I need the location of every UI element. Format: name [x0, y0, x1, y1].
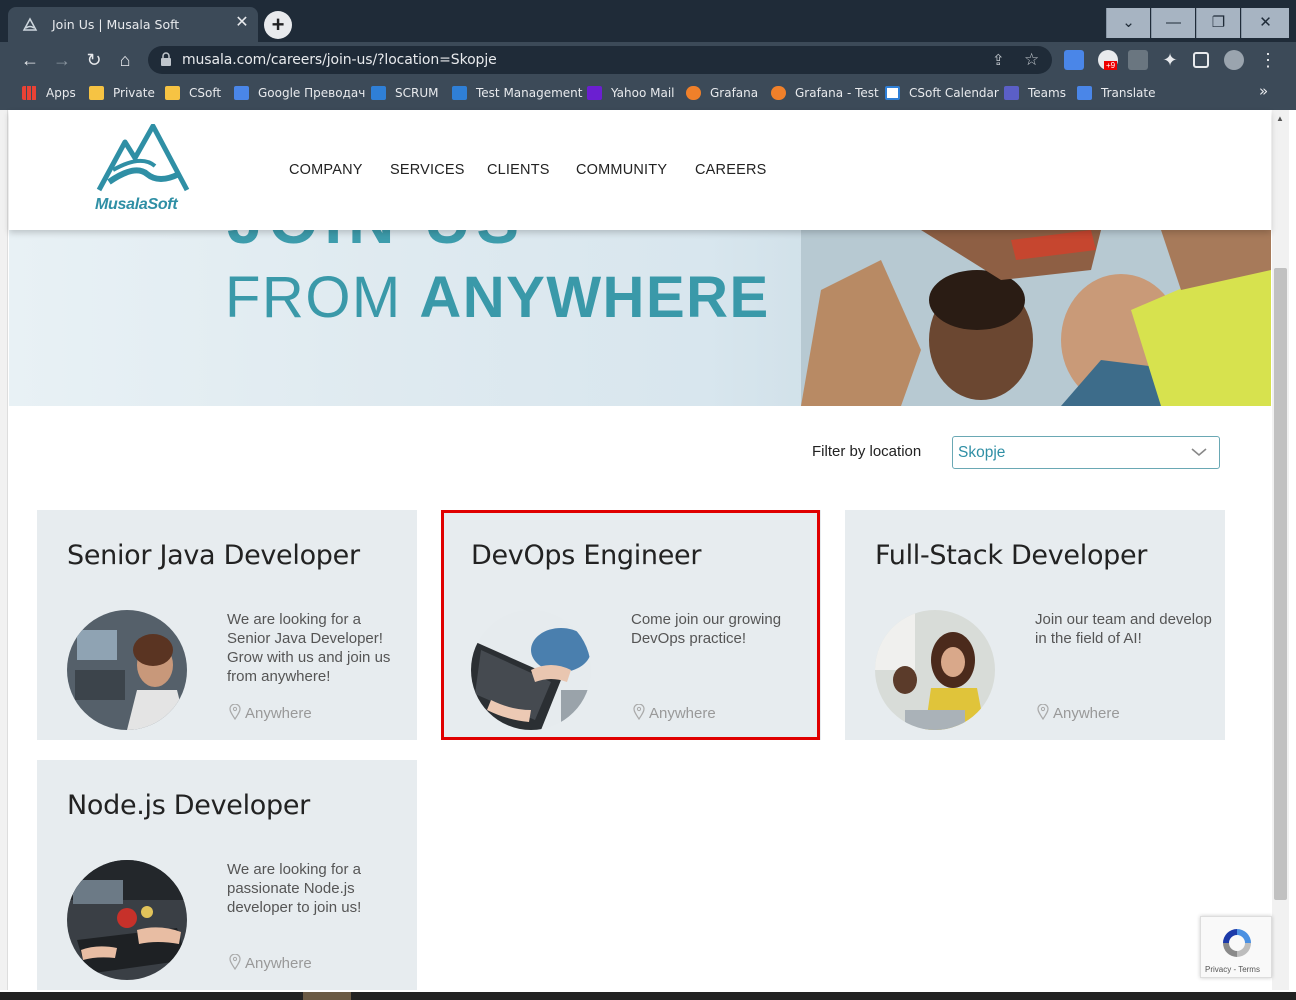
job-description: We are looking for a passionate Node.js … — [227, 861, 362, 916]
google-translate-icon — [1077, 86, 1092, 100]
job-card-full-stack[interactable]: Full-Stack Developer Join our team and d… — [845, 510, 1225, 740]
location-pin-icon — [1037, 704, 1049, 720]
musala-favicon-icon — [22, 17, 38, 31]
forward-icon[interactable]: → — [52, 50, 72, 70]
nav-company[interactable]: COMPANY — [289, 162, 363, 178]
new-tab-button[interactable]: + — [264, 11, 292, 39]
job-location: Anywhere — [1037, 704, 1120, 722]
taskbar-strip — [0, 992, 1296, 1000]
hero-banner: JOIN US FROM ANYWHERE — [9, 230, 1271, 406]
folder-icon — [165, 86, 180, 100]
location-select[interactable]: Skopje — [952, 436, 1220, 469]
grafana-icon — [686, 86, 701, 100]
nav-careers[interactable]: CAREERS — [695, 162, 767, 178]
teams-icon — [1004, 86, 1019, 100]
bookmark-star-icon[interactable]: ☆ — [1024, 50, 1039, 70]
minimize-button[interactable]: — — [1151, 8, 1195, 38]
scroll-up-arrow-icon[interactable]: ▲ — [1276, 114, 1284, 123]
selenium-extension-icon[interactable] — [1128, 50, 1148, 70]
home-icon[interactable]: ⌂ — [115, 50, 135, 70]
cloud-extension-icon[interactable]: +9 — [1098, 50, 1118, 70]
job-title: Node.js Developer — [67, 790, 310, 821]
address-bar[interactable]: musala.com/careers/join-us/?location=Sko… — [148, 46, 1052, 74]
azure-devops-icon — [371, 86, 386, 100]
restore-button[interactable]: ❐ — [1196, 8, 1240, 38]
nav-services[interactable]: SERVICES — [390, 162, 465, 178]
profile-avatar[interactable] — [1224, 50, 1244, 70]
site-header: MusalaSoft COMPANY SERVICES CLIENTS COMM… — [9, 110, 1271, 230]
recaptcha-privacy-terms[interactable]: Privacy - Terms — [1205, 965, 1260, 974]
hero-heading: FROM ANYWHERE — [225, 265, 770, 330]
right-window-edge — [1289, 110, 1296, 1000]
filter-location-label: Filter by location — [812, 443, 922, 460]
recaptcha-icon — [1223, 929, 1251, 957]
taskbar-item[interactable] — [303, 992, 351, 1000]
job-location: Anywhere — [229, 704, 312, 722]
job-card-senior-java[interactable]: Senior Java Developer We are looking for… — [37, 510, 417, 740]
apps-grid-icon — [22, 86, 37, 100]
location-pin-icon — [229, 954, 241, 970]
extensions-puzzle-icon[interactable]: ✦ — [1160, 50, 1180, 70]
grafana-icon — [771, 86, 786, 100]
close-window-button[interactable]: ✕ — [1241, 8, 1289, 38]
tab-title: Join Us | Musala Soft — [52, 17, 180, 32]
job-description: Join our team and develop in the field o… — [1035, 611, 1212, 647]
job-location: Anywhere — [229, 954, 312, 972]
back-icon[interactable]: ← — [20, 50, 40, 70]
mail-icon — [587, 86, 602, 100]
hero-heading-top: JOIN US — [227, 230, 525, 258]
browser-titlebar: Join Us | Musala Soft ✕ + ⌄ — ❐ ✕ — [0, 0, 1296, 42]
job-photo — [875, 610, 995, 730]
mountain-logo-icon — [96, 124, 190, 192]
nav-community[interactable]: COMMUNITY — [576, 162, 667, 178]
more-bookmarks-icon[interactable]: » — [1259, 82, 1268, 100]
side-panel-icon[interactable] — [1193, 52, 1209, 68]
extension-badge: +9 — [1104, 61, 1118, 70]
lock-icon — [161, 52, 171, 66]
share-icon[interactable]: ⇪ — [992, 51, 1005, 69]
google-translate-icon — [234, 86, 249, 100]
tab-search-button[interactable]: ⌄ — [1106, 8, 1150, 38]
job-photo — [67, 860, 187, 980]
menu-kebab-icon[interactable]: ⋮ — [1258, 50, 1278, 70]
location-pin-icon — [229, 704, 241, 720]
highlight-box — [441, 510, 820, 740]
hero-people-image — [801, 230, 1271, 406]
job-photo — [67, 610, 187, 730]
close-tab-icon[interactable]: ✕ — [232, 13, 252, 33]
job-title: Full-Stack Developer — [875, 540, 1148, 571]
chevron-down-icon — [1191, 448, 1207, 457]
google-translate-extension-icon[interactable] — [1064, 50, 1084, 70]
job-title: Senior Java Developer — [67, 540, 360, 571]
scrollbar-thumb[interactable] — [1274, 268, 1287, 900]
browser-toolbar: ← → ↻ ⌂ musala.com/careers/join-us/?loca… — [0, 42, 1296, 78]
brand-name: MusalaSoft — [95, 196, 178, 213]
azure-devops-icon — [452, 86, 467, 100]
musalasoft-logo[interactable]: MusalaSoft — [95, 124, 191, 216]
left-window-edge — [0, 110, 8, 990]
url-text: musala.com/careers/join-us/?location=Sko… — [182, 52, 497, 68]
job-description: We are looking for a Senior Java Develop… — [227, 611, 391, 685]
calendar-icon — [885, 86, 900, 100]
nav-clients[interactable]: CLIENTS — [487, 162, 550, 178]
bookmarks-bar: Apps Private CSoft Google Преводач SCRUM… — [0, 78, 1296, 110]
job-card-nodejs[interactable]: Node.js Developer We are looking for a p… — [37, 760, 417, 990]
location-select-value: Skopje — [958, 444, 1006, 461]
reload-icon[interactable]: ↻ — [84, 50, 104, 70]
recaptcha-badge[interactable]: Privacy - Terms — [1200, 916, 1272, 978]
folder-icon — [89, 86, 104, 100]
browser-tab[interactable]: Join Us | Musala Soft ✕ — [8, 7, 258, 42]
